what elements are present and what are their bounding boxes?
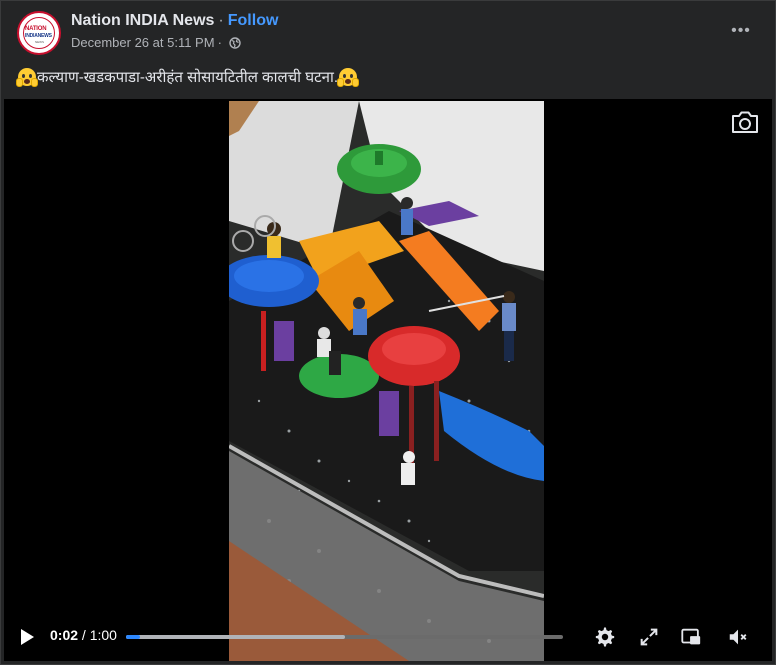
caption-text: कल्याण-खडकपाडा-अरीहंत सोसायटितील कालची घ… [37,69,339,86]
avatar-logo-line1: NATION [25,26,47,32]
video-controls: 0:02 / 1:00 [4,613,772,661]
post-caption: कल्याण-खडकपाडा-अरीहंत सोसायटितील कालची घ… [16,67,360,87]
duration: 1:00 [89,627,117,643]
expand-icon[interactable] [637,626,661,648]
avatar-logo-line2: INDIANEWS [25,33,52,39]
time-separator: / [78,627,90,643]
name-row: Nation INDIA News · Follow [71,12,278,30]
muted-speaker-icon[interactable] [726,626,750,648]
name-separator: · [218,12,224,29]
post-timestamp-link[interactable]: December 26 at 5:11 PM [71,35,215,50]
follow-button[interactable]: Follow [228,12,279,29]
face-screaming-emoji-icon [337,68,360,87]
video-time: 0:02 / 1:00 [50,627,117,643]
video-player[interactable]: 0:02 / 1:00 [4,99,772,661]
seek-bar[interactable] [126,635,563,639]
meta-separator: · [217,35,222,50]
camera-icon[interactable] [730,109,760,135]
picture-in-picture-icon[interactable] [679,626,703,648]
post-header: NATION INDIANEWS NEWS Nation INDIA News ·… [17,9,761,57]
globe-icon[interactable] [229,36,241,49]
avatar-logo-line3: NEWS [35,40,44,44]
video-frame-scene [229,101,544,661]
seek-bar-progress [126,635,141,639]
play-icon[interactable] [18,627,36,647]
page-name-link[interactable]: Nation INDIA News [71,12,214,29]
face-screaming-emoji-icon [16,68,38,87]
post-meta: December 26 at 5:11 PM · [71,35,241,50]
current-time: 0:02 [50,627,79,643]
seek-bar-buffered [126,635,345,639]
post-card: NATION INDIANEWS NEWS Nation INDIA News ·… [0,0,776,665]
gear-icon[interactable] [593,626,617,648]
more-options-icon: ••• [731,22,751,39]
page-avatar[interactable]: NATION INDIANEWS NEWS [17,11,61,55]
more-options-button[interactable]: ••• [729,19,753,43]
video-frame[interactable] [229,101,544,661]
